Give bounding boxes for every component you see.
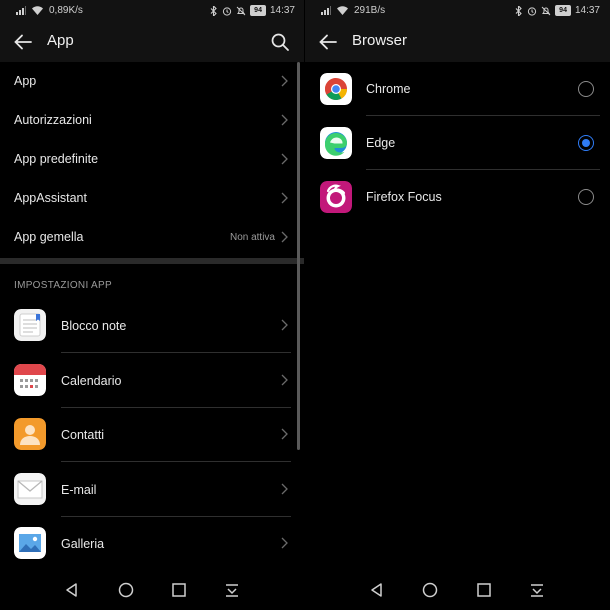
chevron-right-icon bbox=[281, 75, 288, 87]
edge-icon bbox=[320, 127, 352, 159]
scrollbar[interactable] bbox=[297, 62, 300, 450]
app-row-email[interactable]: E-mail bbox=[0, 462, 295, 516]
app-gemella-status: Non attiva bbox=[229, 232, 275, 243]
page-title: App bbox=[47, 32, 74, 49]
battery-icon: 94 bbox=[555, 5, 571, 16]
chevron-right-icon bbox=[281, 319, 288, 331]
radio-chrome[interactable] bbox=[578, 81, 594, 97]
notification-panel-icon[interactable] bbox=[222, 580, 242, 600]
signal-icon bbox=[321, 6, 331, 15]
clock: 14:37 bbox=[269, 5, 295, 16]
app-row-calendario[interactable]: Calendario bbox=[0, 353, 295, 407]
signal-icon bbox=[16, 6, 26, 15]
menu-item-label: App predefinite bbox=[14, 152, 99, 166]
navigation-bar bbox=[305, 570, 610, 610]
chevron-right-icon bbox=[281, 537, 288, 549]
clock: 14:37 bbox=[574, 5, 600, 16]
menu-item-autorizzazioni[interactable]: Autorizzazioni bbox=[0, 101, 295, 140]
calendar-icon bbox=[14, 364, 46, 396]
navigation-bar bbox=[0, 570, 305, 610]
back-arrow-icon[interactable] bbox=[12, 31, 34, 53]
chevron-right-icon bbox=[281, 192, 288, 204]
alarm-icon bbox=[223, 6, 232, 16]
bluetooth-icon bbox=[210, 5, 217, 16]
back-arrow-icon[interactable] bbox=[317, 31, 339, 53]
battery-icon: 94 bbox=[250, 5, 266, 16]
home-circle-icon[interactable] bbox=[420, 580, 440, 600]
notepad-icon bbox=[14, 309, 46, 341]
alarm-icon bbox=[528, 6, 537, 16]
mute-icon bbox=[541, 6, 551, 15]
menu-item-app-gemella[interactable]: App gemella Non attiva bbox=[0, 218, 295, 257]
mute-icon bbox=[236, 6, 246, 15]
browser-option-chrome[interactable]: Chrome bbox=[305, 62, 610, 116]
firefox-focus-icon bbox=[320, 181, 352, 213]
chevron-right-icon bbox=[281, 374, 288, 386]
menu-item-app-predefinite[interactable]: App predefinite bbox=[0, 140, 295, 179]
wifi-icon bbox=[32, 6, 43, 15]
app-row-label: Calendario bbox=[61, 374, 122, 388]
app-row-label: E-mail bbox=[61, 483, 97, 497]
home-circle-icon[interactable] bbox=[116, 580, 136, 600]
bluetooth-icon bbox=[515, 5, 522, 16]
back-triangle-icon[interactable] bbox=[367, 580, 387, 600]
chevron-right-icon bbox=[281, 114, 288, 126]
app-row-label: Galleria bbox=[61, 537, 105, 551]
browser-selection-screen: 291B/s 94 14:37 Browser Chrome Edge Fire… bbox=[305, 0, 610, 610]
browser-option-label: Chrome bbox=[366, 82, 411, 96]
app-row-blocco-note[interactable]: Blocco note bbox=[0, 298, 295, 352]
menu-item-label: AppAssistant bbox=[14, 191, 87, 205]
status-bar: 0,89K/s 94 14:37 bbox=[0, 0, 305, 22]
menu-item-appassistant[interactable]: AppAssistant bbox=[0, 179, 295, 218]
page-title: Browser bbox=[352, 32, 408, 49]
app-settings-screen: 0,89K/s 94 14:37 App App Autorizzazioni … bbox=[0, 0, 305, 610]
status-bar: 291B/s 94 14:37 bbox=[305, 0, 610, 22]
contacts-icon bbox=[14, 418, 46, 450]
chevron-right-icon bbox=[281, 483, 288, 495]
menu-item-app[interactable]: App bbox=[0, 62, 295, 101]
app-row-label: Blocco note bbox=[61, 319, 127, 333]
browser-option-label: Firefox Focus bbox=[366, 190, 442, 204]
browser-option-edge[interactable]: Edge bbox=[305, 116, 610, 170]
chevron-right-icon bbox=[281, 153, 288, 165]
section-divider bbox=[0, 258, 305, 264]
browser-option-firefox-focus[interactable]: Firefox Focus bbox=[305, 170, 610, 224]
menu-item-label: App bbox=[14, 74, 37, 88]
app-bar: Browser bbox=[305, 22, 610, 62]
search-icon[interactable] bbox=[269, 31, 291, 53]
wifi-icon bbox=[337, 6, 348, 15]
menu-item-label: Autorizzazioni bbox=[14, 113, 92, 127]
radio-edge[interactable] bbox=[578, 135, 594, 151]
radio-firefox-focus[interactable] bbox=[578, 189, 594, 205]
chrome-icon bbox=[320, 73, 352, 105]
app-row-contatti[interactable]: Contatti bbox=[0, 407, 295, 461]
network-speed: 0,89K/s bbox=[49, 5, 83, 16]
chevron-right-icon bbox=[281, 231, 288, 243]
recent-apps-icon[interactable] bbox=[474, 580, 494, 600]
app-row-label: Contatti bbox=[61, 428, 105, 442]
app-bar: App bbox=[0, 22, 305, 62]
app-row-galleria[interactable]: Galleria bbox=[0, 516, 295, 570]
mail-icon bbox=[14, 473, 46, 505]
notification-panel-icon[interactable] bbox=[527, 580, 547, 600]
recent-apps-icon[interactable] bbox=[169, 580, 189, 600]
network-speed: 291B/s bbox=[354, 5, 386, 16]
browser-option-label: Edge bbox=[366, 136, 396, 150]
back-triangle-icon[interactable] bbox=[62, 580, 82, 600]
gallery-icon bbox=[14, 527, 46, 559]
menu-item-label: App gemella bbox=[14, 230, 84, 244]
chevron-right-icon bbox=[281, 428, 288, 440]
section-header: IMPOSTAZIONI APP bbox=[14, 280, 112, 291]
